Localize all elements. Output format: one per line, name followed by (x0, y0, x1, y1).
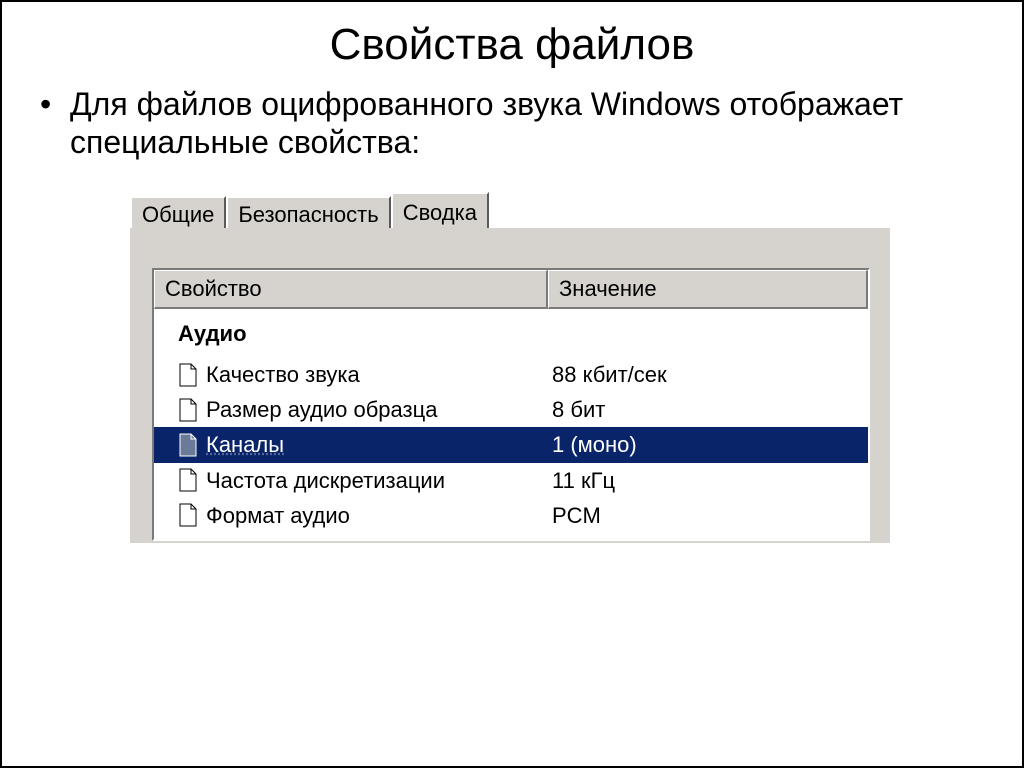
slide-bullet: Для файлов оцифрованного звука Windows о… (70, 86, 992, 162)
property-list: Свойство Значение Аудио Качество звука 8… (152, 268, 870, 541)
list-body: Аудио Качество звука 88 кбит/сек Размер … (154, 309, 868, 539)
list-item[interactable]: Каналы 1 (моно) (154, 427, 868, 462)
document-icon (178, 363, 198, 387)
property-value: 8 бит (552, 396, 868, 423)
list-header: Свойство Значение (154, 270, 868, 309)
slide-title: Свойства файлов (32, 20, 992, 70)
property-label: Частота дискретизации (206, 467, 552, 494)
property-label: Качество звука (206, 361, 552, 388)
properties-dialog: Общие Безопасность Сводка Свойство Значе… (130, 192, 890, 543)
list-item[interactable]: Качество звука 88 кбит/сек (154, 357, 868, 392)
column-header-value[interactable]: Значение (548, 270, 868, 309)
tab-security[interactable]: Безопасность (226, 196, 390, 228)
list-item[interactable]: Формат аудио PCM (154, 498, 868, 533)
dialog-body: Свойство Значение Аудио Качество звука 8… (130, 226, 890, 543)
property-value: 88 кбит/сек (552, 361, 868, 388)
slide: Свойства файлов Для файлов оцифрованного… (0, 0, 1024, 768)
property-label: Формат аудио (206, 502, 552, 529)
property-label: Каналы (206, 431, 552, 458)
property-label: Размер аудио образца (206, 396, 552, 423)
property-value: 1 (моно) (552, 431, 868, 458)
document-icon (178, 433, 198, 457)
property-value: 11 кГц (552, 467, 868, 494)
list-item[interactable]: Размер аудио образца 8 бит (154, 392, 868, 427)
document-icon (178, 468, 198, 492)
document-icon (178, 503, 198, 527)
tab-strip: Общие Безопасность Сводка (130, 192, 890, 228)
document-icon (178, 398, 198, 422)
tab-summary[interactable]: Сводка (391, 192, 489, 228)
group-audio: Аудио (154, 319, 868, 357)
list-item[interactable]: Частота дискретизации 11 кГц (154, 463, 868, 498)
column-header-property[interactable]: Свойство (154, 270, 548, 309)
tab-general[interactable]: Общие (130, 196, 226, 228)
property-value: PCM (552, 502, 868, 529)
